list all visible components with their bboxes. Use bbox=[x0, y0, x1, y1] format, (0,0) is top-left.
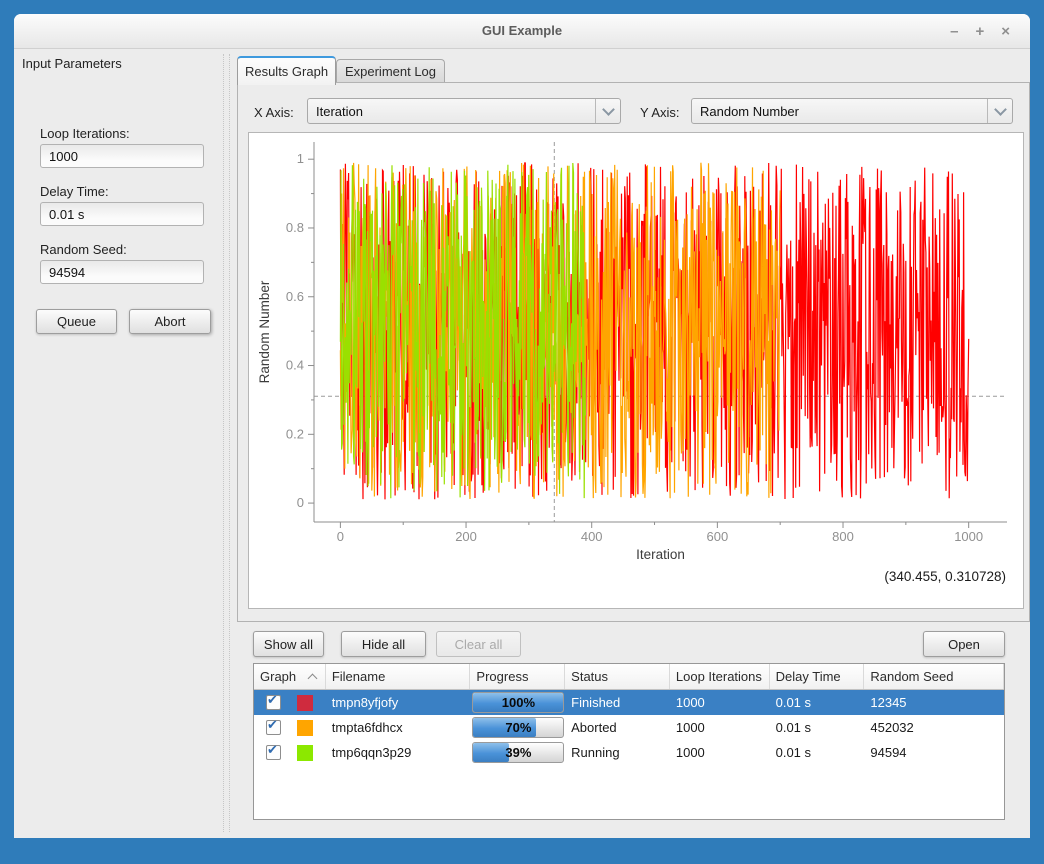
y-tick-label: 0.4 bbox=[286, 358, 304, 373]
column-header-graph[interactable]: Graph bbox=[254, 664, 326, 689]
abort-button[interactable]: Abort bbox=[129, 309, 211, 334]
panel-splitter[interactable] bbox=[223, 54, 230, 832]
progress-bar: 70% bbox=[472, 717, 564, 738]
sort-ascending-icon bbox=[307, 674, 317, 684]
status-cell: Finished bbox=[565, 695, 670, 710]
loop-iterations-cell: 1000 bbox=[670, 745, 770, 760]
y-tick-label: 1 bbox=[297, 151, 304, 166]
check-icon: ✔ bbox=[267, 745, 278, 759]
random-seed-cell: 452032 bbox=[864, 720, 1004, 735]
y-tick-label: 0.8 bbox=[286, 220, 304, 235]
progress-label: 39% bbox=[473, 743, 563, 762]
chevron-down-icon bbox=[602, 103, 615, 116]
title-bar[interactable]: GUI Example – + × bbox=[14, 14, 1030, 49]
main-window: GUI Example – + × Input Parameters Loop … bbox=[14, 14, 1030, 838]
x-tick-label: 800 bbox=[832, 529, 854, 544]
check-icon: ✔ bbox=[267, 720, 278, 734]
tab-experiment-log[interactable]: Experiment Log bbox=[336, 59, 445, 83]
delay-time-label: Delay Time: bbox=[40, 184, 109, 199]
loop-iterations-input[interactable] bbox=[40, 144, 204, 168]
tab-results-graph[interactable]: Results Graph bbox=[237, 56, 336, 85]
random-number-line-chart[interactable]: 0 0.2 0.4 0.6 0.8 1 0 200 400 600 800 1000 Iteration… bbox=[249, 133, 1021, 606]
graph-visible-checkbox[interactable]: ✔ bbox=[266, 745, 281, 760]
x-tick-label: 400 bbox=[581, 529, 603, 544]
column-header-status[interactable]: Status bbox=[565, 664, 670, 689]
column-header-loop-iterations[interactable]: Loop Iterations bbox=[670, 664, 770, 689]
x-tick-label: 200 bbox=[455, 529, 477, 544]
progress-bar: 100% bbox=[472, 692, 564, 713]
delay-time-cell: 0.01 s bbox=[770, 695, 865, 710]
close-icon[interactable]: × bbox=[1001, 23, 1010, 40]
plot-area[interactable]: 0 0.2 0.4 0.6 0.8 1 0 200 400 600 800 1000 Iteration… bbox=[248, 132, 1024, 609]
x-axis-label: Iteration bbox=[636, 547, 685, 562]
random-seed-cell: 12345 bbox=[864, 695, 1004, 710]
chevron-down-icon bbox=[994, 103, 1007, 116]
x-tick-label: 600 bbox=[707, 529, 729, 544]
random-seed-input[interactable] bbox=[40, 260, 204, 284]
delay-time-input[interactable] bbox=[40, 202, 204, 226]
filename-cell: tmpta6fdhcx bbox=[326, 720, 471, 735]
y-tick-label: 0.2 bbox=[286, 426, 304, 441]
graph-visible-checkbox[interactable]: ✔ bbox=[266, 720, 281, 735]
loop-iterations-cell: 1000 bbox=[670, 720, 770, 735]
status-cell: Running bbox=[565, 745, 670, 760]
graph-visible-checkbox[interactable]: ✔ bbox=[266, 695, 281, 710]
x-axis-selector-label: X Axis: bbox=[254, 105, 294, 120]
window-title: GUI Example bbox=[14, 14, 1030, 48]
column-header-filename[interactable]: Filename bbox=[326, 664, 471, 689]
combo-arrow-box bbox=[595, 99, 620, 123]
delay-time-cell: 0.01 s bbox=[770, 745, 865, 760]
minimize-icon[interactable]: – bbox=[950, 23, 958, 40]
results-graph-pane: X Axis: Iteration Y Axis: Random Number … bbox=[237, 82, 1030, 622]
progress-cell: 100% bbox=[470, 692, 565, 713]
maximize-icon[interactable]: + bbox=[975, 23, 984, 40]
hide-all-button[interactable]: Hide all bbox=[341, 631, 426, 657]
y-axis-combobox[interactable]: Random Number bbox=[691, 98, 1013, 124]
table-row[interactable]: ✔ tmp6qqn3p2939%Running10000.01 s94594 bbox=[254, 740, 1004, 765]
column-header-random-seed[interactable]: Random Seed bbox=[864, 664, 1004, 689]
series-color-swatch bbox=[297, 745, 313, 761]
table-row[interactable]: ✔ tmpta6fdhcx70%Aborted10000.01 s452032 bbox=[254, 715, 1004, 740]
y-tick-label: 0.6 bbox=[286, 289, 304, 304]
table-header-row: GraphFilenameProgressStatusLoop Iteratio… bbox=[254, 664, 1004, 690]
delay-time-cell: 0.01 s bbox=[770, 720, 865, 735]
clear-all-button: Clear all bbox=[436, 631, 521, 657]
panel-title: Input Parameters bbox=[22, 56, 122, 71]
check-icon: ✔ bbox=[267, 695, 278, 709]
y-axis-selected-value: Random Number bbox=[700, 104, 799, 119]
experiments-table: GraphFilenameProgressStatusLoop Iteratio… bbox=[253, 663, 1005, 820]
queue-button[interactable]: Queue bbox=[36, 309, 117, 334]
column-header-delay-time[interactable]: Delay Time bbox=[770, 664, 865, 689]
status-cell: Aborted bbox=[565, 720, 670, 735]
x-tick-label: 1000 bbox=[954, 529, 983, 544]
progress-label: 70% bbox=[473, 718, 563, 737]
combo-arrow-box bbox=[987, 99, 1012, 123]
input-parameters-panel: Input Parameters Loop Iterations: Delay … bbox=[14, 48, 222, 838]
random-seed-label: Random Seed: bbox=[40, 242, 127, 257]
show-all-button[interactable]: Show all bbox=[253, 631, 324, 657]
progress-cell: 70% bbox=[470, 717, 565, 738]
open-button[interactable]: Open bbox=[923, 631, 1005, 657]
random-seed-cell: 94594 bbox=[864, 745, 1004, 760]
table-body: ✔tmpn8yfjofy100%Finished10000.01 s12345✔… bbox=[254, 690, 1004, 765]
series-color-swatch bbox=[297, 695, 313, 711]
x-axis-combobox[interactable]: Iteration bbox=[307, 98, 621, 124]
progress-cell: 39% bbox=[470, 742, 565, 763]
y-axis-label: Random Number bbox=[257, 280, 272, 383]
filename-cell: tmpn8yfjofy bbox=[326, 695, 471, 710]
progress-label: 100% bbox=[473, 693, 563, 712]
loop-iterations-cell: 1000 bbox=[670, 695, 770, 710]
y-axis-selector-label: Y Axis: bbox=[640, 105, 680, 120]
y-tick-label: 0 bbox=[297, 495, 304, 510]
x-tick-label: 0 bbox=[337, 529, 344, 544]
table-row[interactable]: ✔ tmpn8yfjofy100%Finished10000.01 s12345 bbox=[254, 690, 1004, 715]
progress-bar: 39% bbox=[472, 742, 564, 763]
column-header-progress[interactable]: Progress bbox=[470, 664, 565, 689]
loop-iterations-label: Loop Iterations: bbox=[40, 126, 130, 141]
series-color-swatch bbox=[297, 720, 313, 736]
filename-cell: tmp6qqn3p29 bbox=[326, 745, 471, 760]
cursor-coordinates-readout: (340.455, 0.310728) bbox=[884, 569, 1006, 584]
x-axis-selected-value: Iteration bbox=[316, 104, 363, 119]
